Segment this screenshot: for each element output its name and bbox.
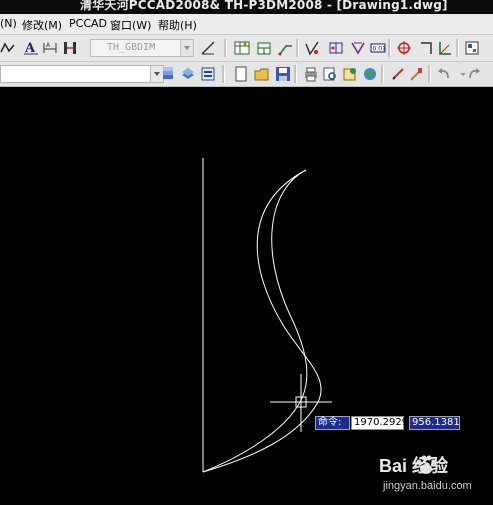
dynamic-input-x-field[interactable]: 1970.2929 [351,416,408,430]
watermark-brand: Bai 经验 [379,456,449,476]
dynamic-input-y-field[interactable]: 956.1381 [409,416,460,430]
blade-outer-curve [202,169,322,473]
dynamic-input-prompt: 命令: [315,416,350,430]
watermark-url: jingyan.baidu.com [383,480,472,492]
watermark: Bai 经验 jingyan.baidu.com [375,450,493,505]
blade-inner-curve [202,169,308,473]
